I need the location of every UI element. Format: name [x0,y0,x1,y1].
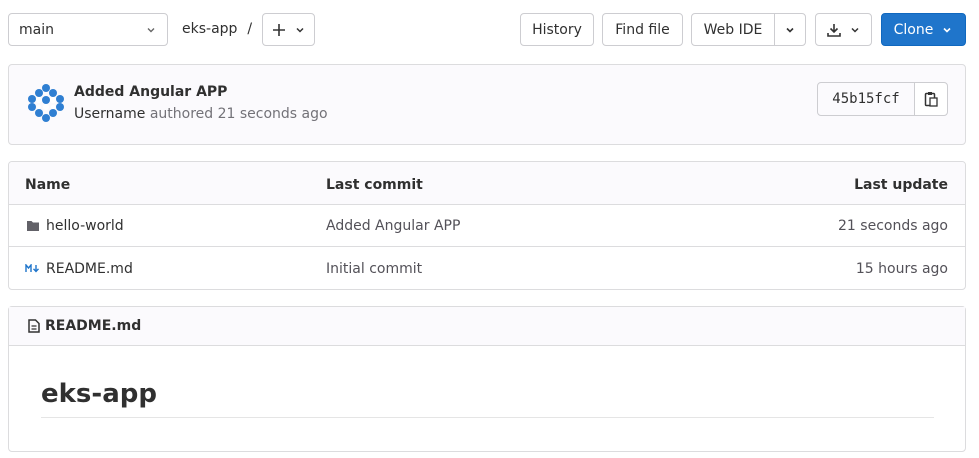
table-row[interactable]: README.md Initial commit 15 hours ago [9,248,965,289]
download-dropdown-button[interactable] [815,13,872,46]
commit-time: 21 seconds ago [217,106,328,122]
chevron-down-icon [851,27,859,33]
column-header-name: Name [25,177,71,193]
avatar[interactable] [26,83,66,123]
heading-divider [41,417,934,418]
file-name-link[interactable]: hello-world [46,217,124,235]
markdown-icon [25,264,40,273]
chevron-down-icon [295,27,304,33]
breadcrumb-separator: / [247,21,253,37]
file-tree-table: Name Last commit Last update hello-world… [8,161,966,290]
clone-label: Clone [893,21,934,38]
commit-message-link[interactable]: Added Angular APP [326,217,460,235]
plus-icon [272,23,285,36]
readme-panel: README.md eks-app [8,306,966,452]
last-update-time: 21 seconds ago [838,218,948,234]
last-update-time: 15 hours ago [855,261,948,277]
clipboard-icon [924,92,938,107]
chevron-down-icon [147,27,155,32]
commit-author[interactable]: Username [74,106,145,122]
table-row[interactable]: hello-world Added Angular APP 21 seconds… [9,205,965,247]
branch-name: main [19,21,54,38]
readme-heading: eks-app [41,379,157,409]
clone-button[interactable]: Clone [881,13,966,46]
branch-selector[interactable]: main [8,13,168,46]
chevron-down-icon [786,27,794,33]
column-header-last-commit: Last commit [326,177,423,193]
add-dropdown-button[interactable] [262,13,315,46]
file-name-link[interactable]: README.md [46,260,133,278]
table-header: Name Last commit Last update [9,162,965,205]
commit-message-link[interactable]: Initial commit [326,260,422,278]
copy-sha-button[interactable] [914,82,948,116]
chevron-down-icon [943,27,951,33]
last-commit-panel: Added Angular APP Username authored 21 s… [8,64,966,145]
web-ide-button[interactable]: Web IDE [691,13,775,46]
commit-authored-label: authored [149,106,214,122]
history-button[interactable]: History [520,13,594,46]
download-icon [827,23,841,37]
commit-sha[interactable]: 45b15fcf [817,82,915,116]
document-icon [28,319,40,333]
column-header-last-update: Last update [854,177,948,193]
commit-title[interactable]: Added Angular APP [74,84,227,100]
readme-file-name[interactable]: README.md [45,317,141,335]
folder-icon [27,221,39,231]
commit-sha-text: 45b15fcf [832,91,900,107]
readme-header: README.md [9,307,965,346]
web-ide-dropdown-button[interactable] [774,13,806,46]
find-file-button[interactable]: Find file [602,13,683,46]
repo-breadcrumb-link[interactable]: eks-app [182,20,237,38]
